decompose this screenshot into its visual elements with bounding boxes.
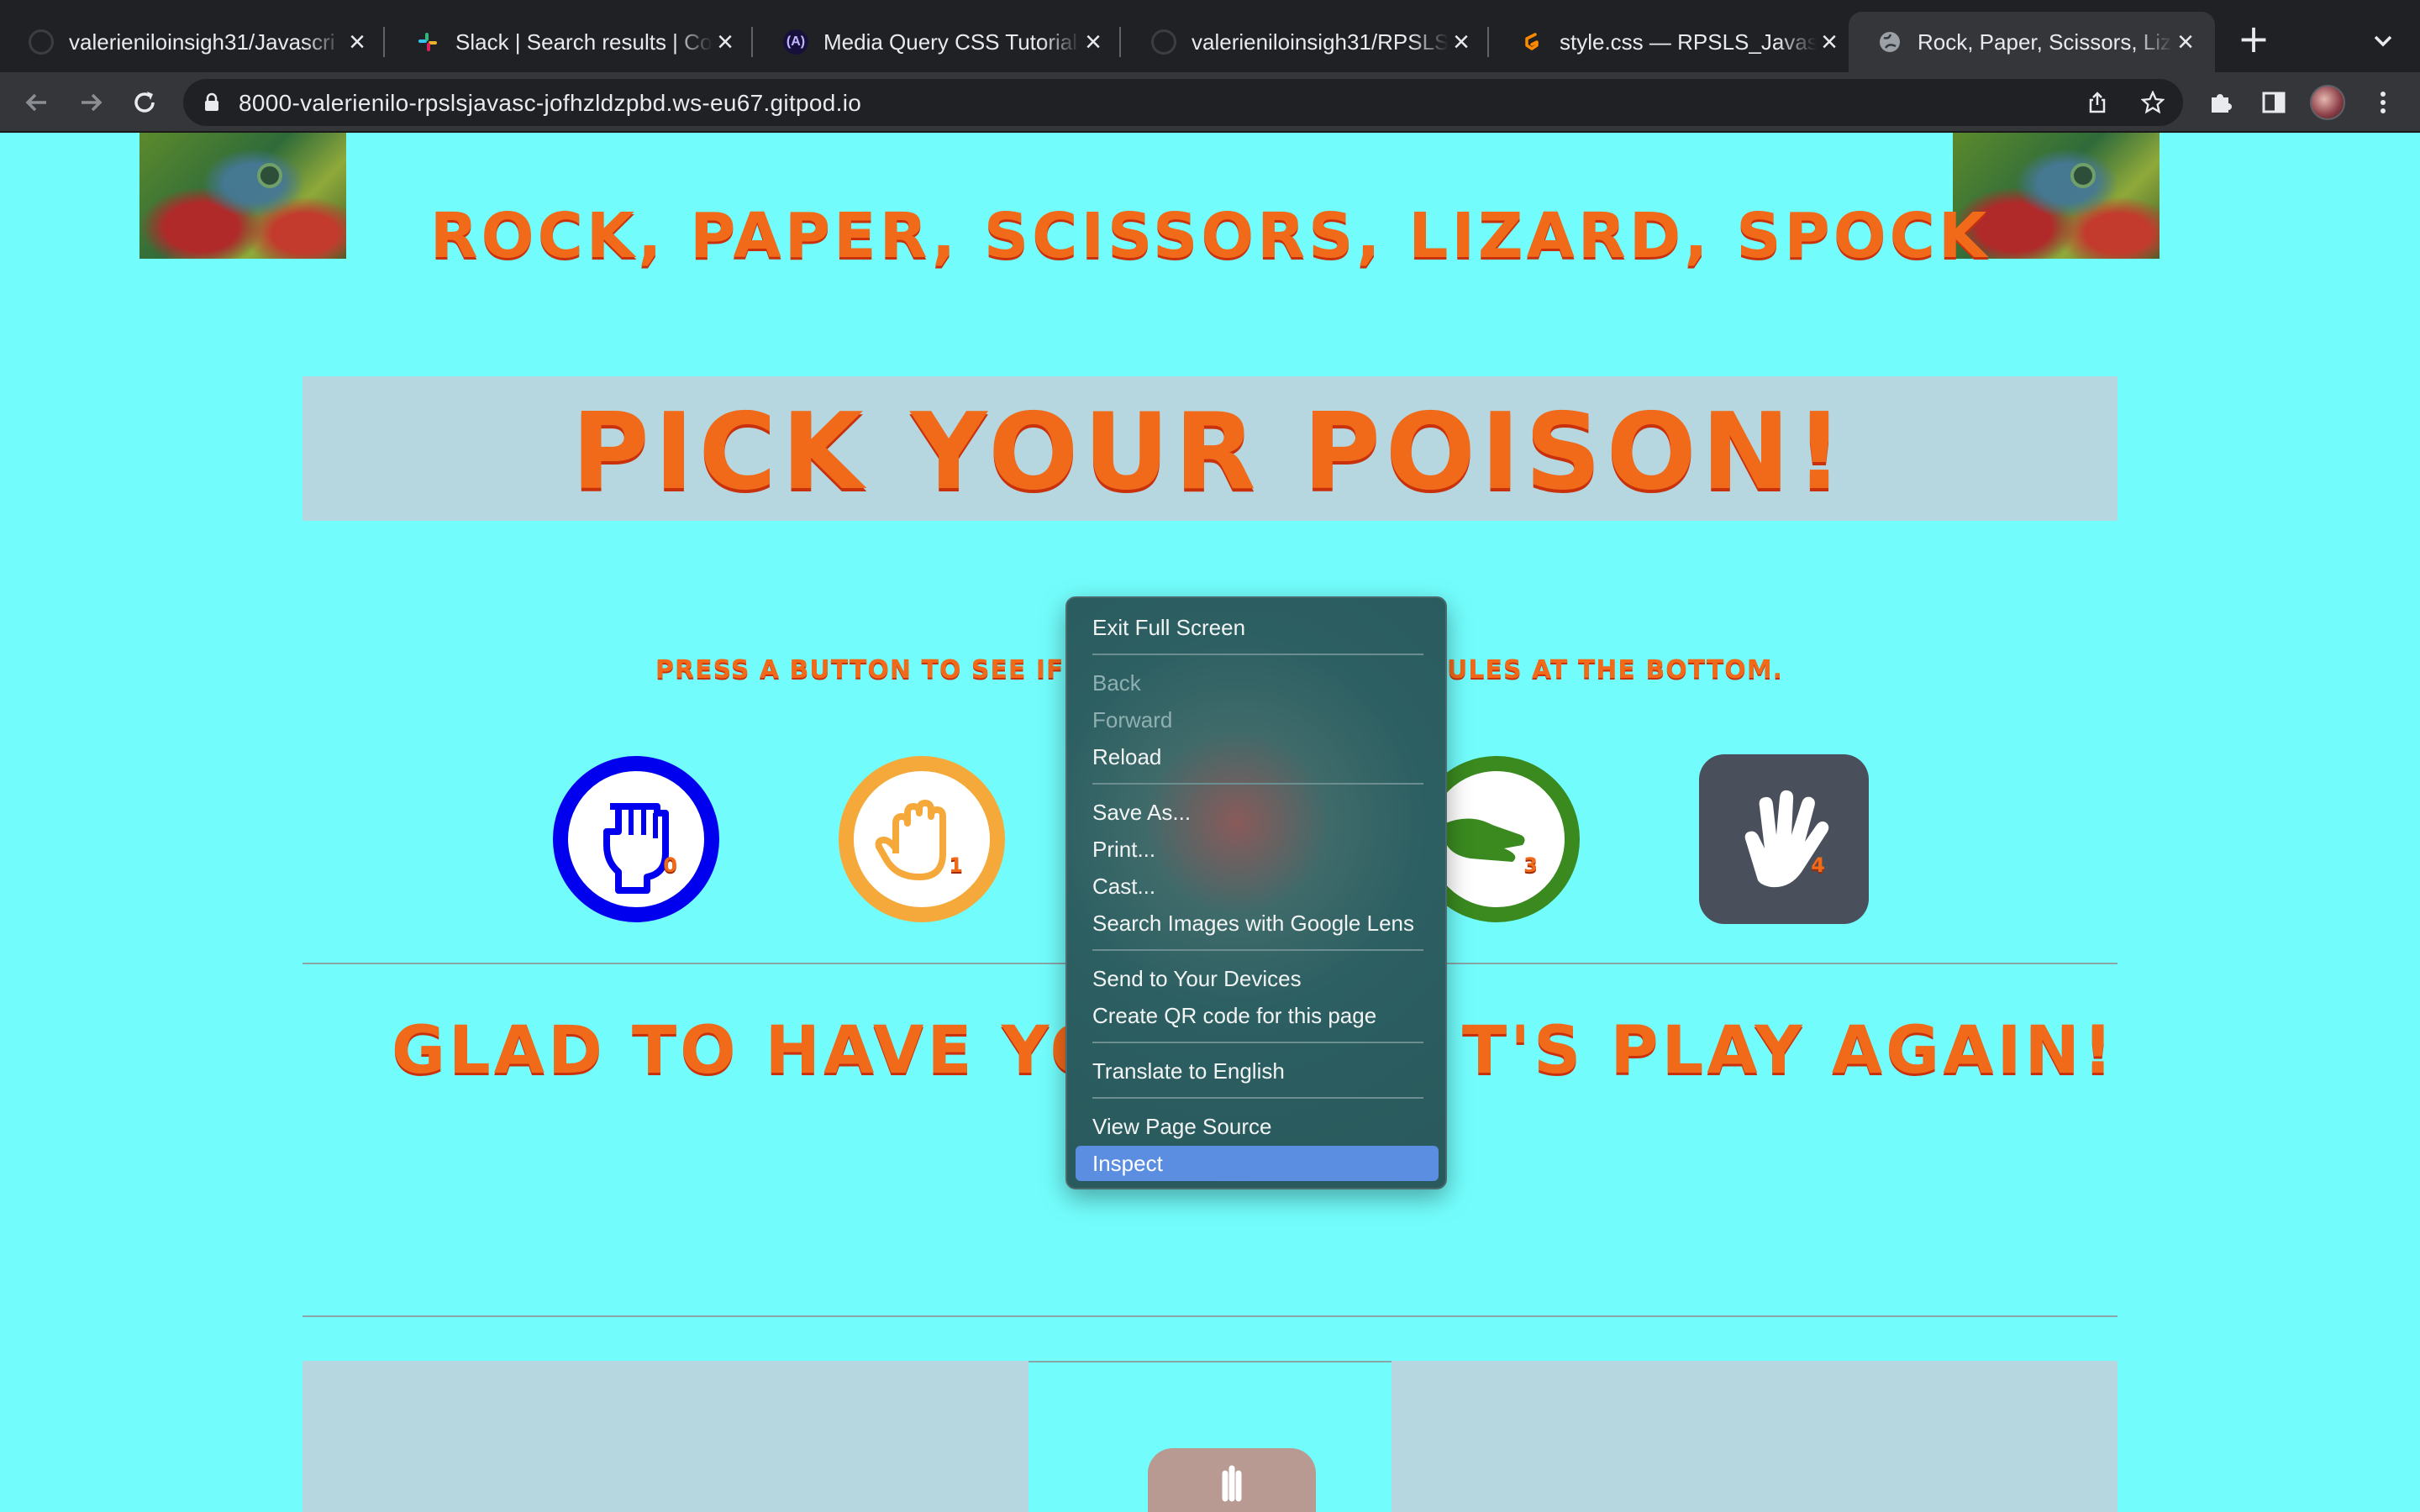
rules-section [302, 1361, 2118, 1512]
rock-fist-icon [553, 756, 719, 922]
menu-item-print[interactable]: Print... [1076, 832, 1439, 867]
slack-icon [415, 29, 440, 55]
menu-separator [1092, 949, 1423, 951]
gitpod-icon [1519, 29, 1544, 55]
menu-item-cast[interactable]: Cast... [1076, 869, 1439, 904]
browser-tab[interactable]: (A) Media Query CSS Tutorial – × [755, 12, 1123, 72]
menu-separator [1092, 1042, 1423, 1043]
close-tab-icon[interactable]: × [713, 28, 738, 56]
address-bar[interactable]: 8000-valerienilo-rpslsjavasc-jofhzldzpbd… [183, 79, 2183, 126]
spock-number: 4 [1811, 853, 1825, 877]
tab-title: valerieniloinsigh31/RPSLS_ [1192, 29, 1449, 55]
github-icon [29, 29, 54, 55]
paper-number: 1 [949, 853, 963, 877]
back-arrow-icon[interactable] [18, 84, 55, 121]
rules-panel [1028, 1361, 1392, 1512]
browser-tab-active[interactable]: Rock, Paper, Scissors, Lizar × [1849, 12, 2215, 72]
bookmark-star-icon[interactable] [2140, 90, 2165, 114]
more-menu-icon[interactable] [2365, 84, 2402, 121]
close-tab-icon[interactable]: × [2173, 28, 2198, 56]
menu-item-inspect[interactable]: Inspect [1076, 1146, 1439, 1181]
paper-button[interactable]: 1 [837, 754, 1007, 924]
menu-item-google-lens[interactable]: Search Images with Google Lens [1076, 906, 1439, 941]
extensions-puzzle-icon[interactable] [2202, 84, 2238, 121]
browser-tab[interactable]: style.css — RPSLS_Javascr × [1491, 12, 1859, 72]
tab-search-chevron-down-icon[interactable] [2366, 22, 2400, 59]
browser-toolbar: 8000-valerienilo-rpslsjavasc-jofhzldzpbd… [0, 72, 2420, 133]
hand-icon-tile [1148, 1448, 1316, 1512]
tab-title: valerieniloinsigh31/Javascri [69, 29, 335, 55]
lock-icon[interactable] [202, 92, 222, 113]
forward-arrow-icon[interactable] [72, 84, 109, 121]
close-tab-icon[interactable]: × [1081, 28, 1106, 56]
tab-title: style.css — RPSLS_Javascr [1560, 29, 1817, 55]
rock-number: 0 [663, 853, 677, 877]
menu-separator [1092, 783, 1423, 785]
tab-title: Rock, Paper, Scissors, Lizar [1918, 29, 2173, 55]
pick-banner: PICK YOUR POISON! [302, 376, 2118, 521]
site-title: ROCK, PAPER, SCISSORS, LIZARD, SPOCK [429, 200, 1991, 272]
menu-item-reload[interactable]: Reload [1076, 739, 1439, 774]
result-message-right: T'S PLAY AGAIN! [1462, 1013, 2117, 1089]
close-tab-icon[interactable]: × [345, 28, 370, 56]
lizard-number: 3 [1523, 853, 1538, 877]
result-message-left: GLAD TO HAVE YOU [392, 1013, 1166, 1089]
spock-button[interactable]: 4 [1699, 754, 1869, 924]
menu-item-view-page-source[interactable]: View Page Source [1076, 1109, 1439, 1144]
close-tab-icon[interactable]: × [1817, 28, 1842, 56]
instructions-text-right: ULES AT THE BOTTOM. [1447, 655, 1784, 685]
menu-item-save-as[interactable]: Save As... [1076, 795, 1439, 830]
tab-title: Slack | Search results | Cod [455, 29, 713, 55]
menu-separator [1092, 1097, 1423, 1099]
divider-line [302, 1315, 2118, 1317]
browser-tab[interactable]: valerieniloinsigh31/RPSLS_ × [1123, 12, 1491, 72]
new-tab-button[interactable]: + [2235, 19, 2272, 59]
menu-item-create-qr-code[interactable]: Create QR code for this page [1076, 998, 1439, 1033]
reload-icon[interactable] [126, 84, 163, 121]
menu-item-forward: Forward [1092, 707, 1173, 732]
astro-icon: (A) [783, 29, 808, 55]
menu-item-translate[interactable]: Translate to English [1076, 1053, 1439, 1089]
url-text: 8000-valerienilo-rpslsjavasc-jofhzldzpbd… [239, 90, 862, 116]
menu-item-exit-full-screen[interactable]: Exit Full Screen [1076, 610, 1439, 645]
side-panel-icon[interactable] [2255, 84, 2292, 121]
browser-tab[interactable]: valerieniloinsigh31/Javascri × [0, 12, 387, 72]
spock-hand-icon [1699, 754, 1869, 924]
instructions-text-left: PRESS A BUTTON TO SEE IF YO [655, 655, 1115, 685]
context-menu: Exit Full Screen Back Forward Reload Sav… [1065, 596, 1447, 1189]
menu-separator [1092, 654, 1423, 655]
share-icon[interactable] [2086, 91, 2109, 114]
rock-button[interactable]: 0 [551, 754, 721, 924]
profile-avatar[interactable] [2309, 84, 2346, 121]
paper-hand-icon [839, 756, 1005, 922]
browser-tab[interactable]: Slack | Search results | Cod × [387, 12, 755, 72]
menu-item-send-to-devices[interactable]: Send to Your Devices [1076, 961, 1439, 996]
tab-title: Media Query CSS Tutorial – [823, 29, 1081, 55]
menu-item-back: Back [1092, 670, 1141, 696]
globe-icon [1877, 29, 1902, 55]
github-icon [1151, 29, 1176, 55]
browser-tab-strip: valerieniloinsigh31/Javascri × Slack | S… [0, 0, 2420, 72]
banner-heading: PICK YOUR POISON! [571, 390, 1849, 513]
close-tab-icon[interactable]: × [1449, 28, 1474, 56]
